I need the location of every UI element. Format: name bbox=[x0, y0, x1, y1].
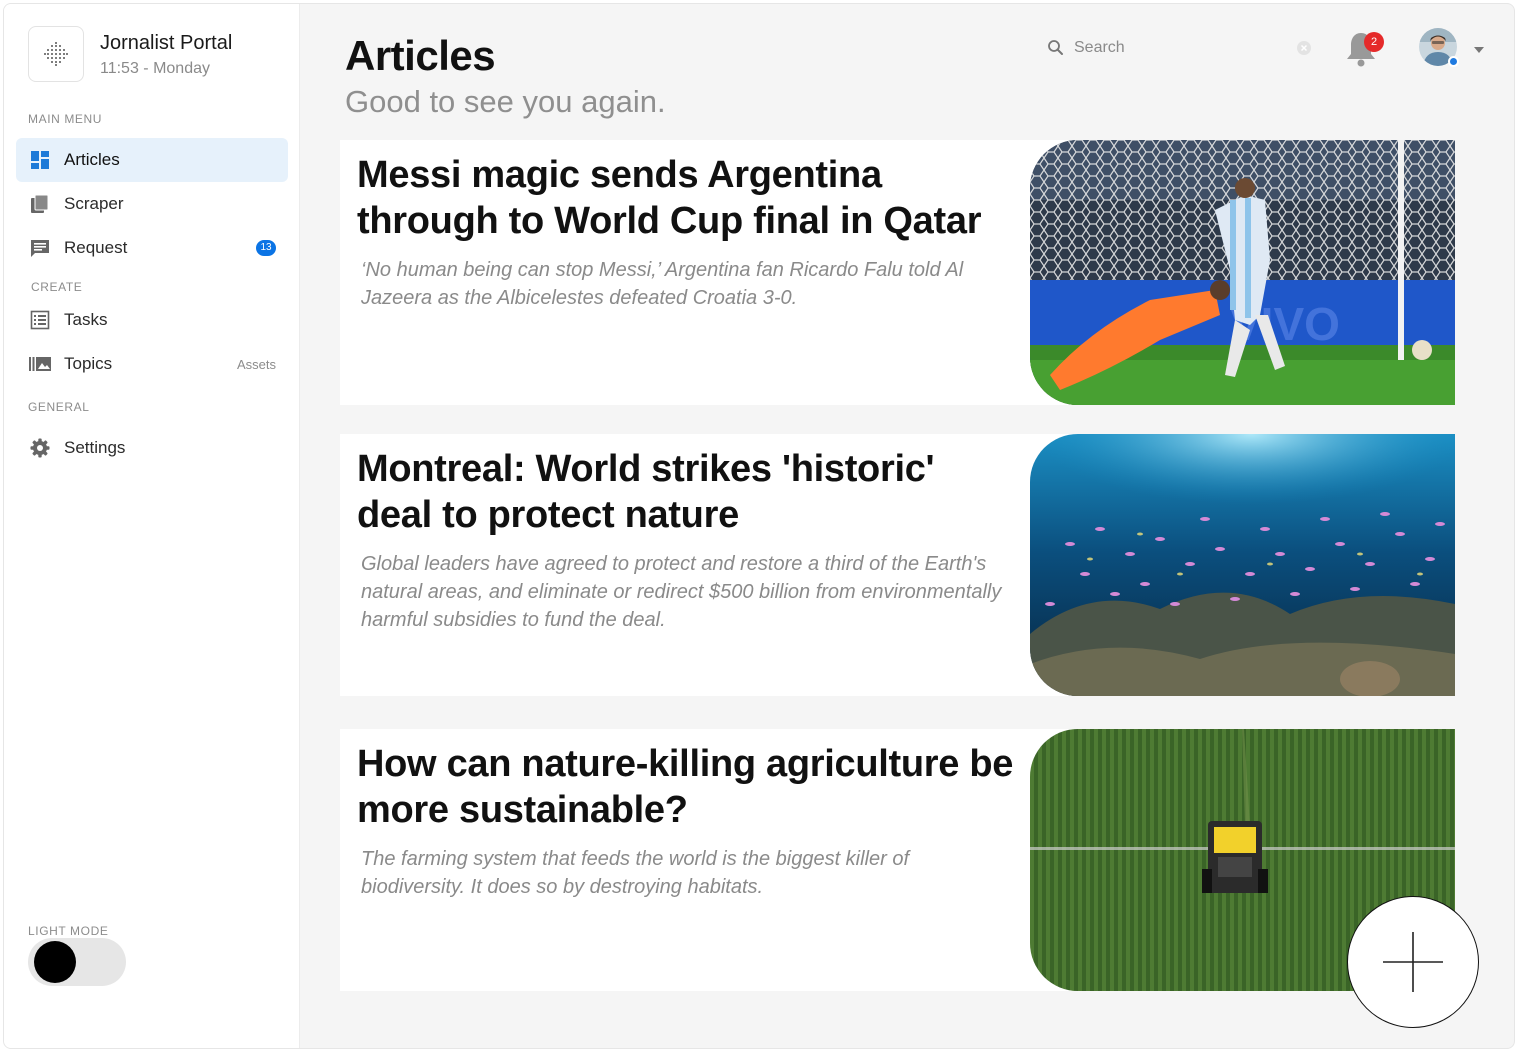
article-card[interactable]: How can nature-killing agriculture be mo… bbox=[340, 729, 1455, 991]
sidebar-item-label: Articles bbox=[64, 150, 120, 169]
assets-link[interactable]: Assets bbox=[237, 357, 276, 372]
article-summary: ‘No human being can stop Messi,’ Argenti… bbox=[361, 259, 964, 309]
app-logo-icon bbox=[28, 26, 84, 82]
section-label-general: GENERAL bbox=[28, 400, 90, 414]
request-count-badge: 13 bbox=[256, 240, 276, 256]
page-title: Articles bbox=[345, 32, 496, 79]
light-mode-label: LIGHT MODE bbox=[28, 924, 109, 938]
grid-icon bbox=[28, 148, 52, 172]
article-title[interactable]: How can nature-killing agriculture be mo… bbox=[357, 741, 1017, 833]
add-article-button[interactable] bbox=[1347, 896, 1479, 1028]
article-card[interactable]: Messi magic sends Argentina through to W… bbox=[340, 140, 1455, 405]
sidebar-item-request[interactable]: Request 13 bbox=[16, 226, 288, 270]
article-summary: Global leaders have agreed to protect an… bbox=[361, 553, 1002, 631]
app-window: Jornalist Portal 11:53 - Monday MAIN MEN… bbox=[3, 3, 1515, 1049]
plus-icon bbox=[1383, 932, 1443, 992]
search-icon bbox=[1046, 38, 1066, 58]
online-status-dot bbox=[1448, 56, 1459, 67]
sidebar-item-label: Request bbox=[64, 238, 128, 257]
sidebar-item-label: Tasks bbox=[64, 310, 108, 329]
sidebar-item-tasks[interactable]: Tasks bbox=[16, 298, 288, 342]
article-title[interactable]: Messi magic sends Argentina through to W… bbox=[357, 152, 1017, 244]
search-input[interactable] bbox=[1074, 39, 1274, 57]
notification-count-badge: 2 bbox=[1364, 32, 1384, 52]
app-time: 11:53 - Monday bbox=[100, 60, 210, 77]
sidebar-item-settings[interactable]: Settings bbox=[16, 426, 288, 470]
coral-reef-fish-photo bbox=[1030, 434, 1455, 696]
article-card[interactable]: Montreal: World strikes 'historic' deal … bbox=[340, 434, 1455, 696]
page-subtitle: Good to see you again. bbox=[345, 84, 666, 119]
gear-icon bbox=[28, 436, 52, 460]
chat-icon bbox=[28, 236, 52, 260]
list-icon bbox=[28, 308, 52, 332]
sidebar-item-scraper[interactable]: Scraper bbox=[16, 182, 288, 226]
article-title[interactable]: Montreal: World strikes 'historic' deal … bbox=[357, 446, 1017, 538]
sidebar-item-label: Settings bbox=[64, 438, 126, 457]
section-label-create: CREATE bbox=[31, 280, 83, 294]
sidebar-item-label: Topics bbox=[64, 354, 113, 373]
search-bar[interactable] bbox=[1040, 30, 1320, 66]
article-summary: The farming system that feeds the world … bbox=[361, 848, 910, 898]
sidebar-item-articles[interactable]: Articles bbox=[16, 138, 288, 182]
sidebar: Jornalist Portal 11:53 - Monday MAIN MEN… bbox=[4, 4, 300, 1048]
clear-search-icon[interactable] bbox=[1296, 40, 1312, 56]
light-mode-toggle[interactable] bbox=[28, 938, 126, 986]
chevron-down-icon[interactable] bbox=[1473, 42, 1485, 53]
gallery-icon bbox=[28, 352, 52, 376]
football-goal-photo: VIVO bbox=[1030, 140, 1455, 405]
brand: Jornalist Portal 11:53 - Monday bbox=[28, 26, 232, 82]
sidebar-item-topics[interactable]: Topics Assets bbox=[16, 342, 288, 386]
sidebar-item-label: Scraper bbox=[64, 194, 124, 213]
toggle-knob bbox=[34, 941, 76, 983]
section-label-main-menu: MAIN MENU bbox=[28, 112, 103, 126]
copy-icon bbox=[28, 192, 52, 216]
app-title: Jornalist Portal bbox=[100, 32, 233, 54]
